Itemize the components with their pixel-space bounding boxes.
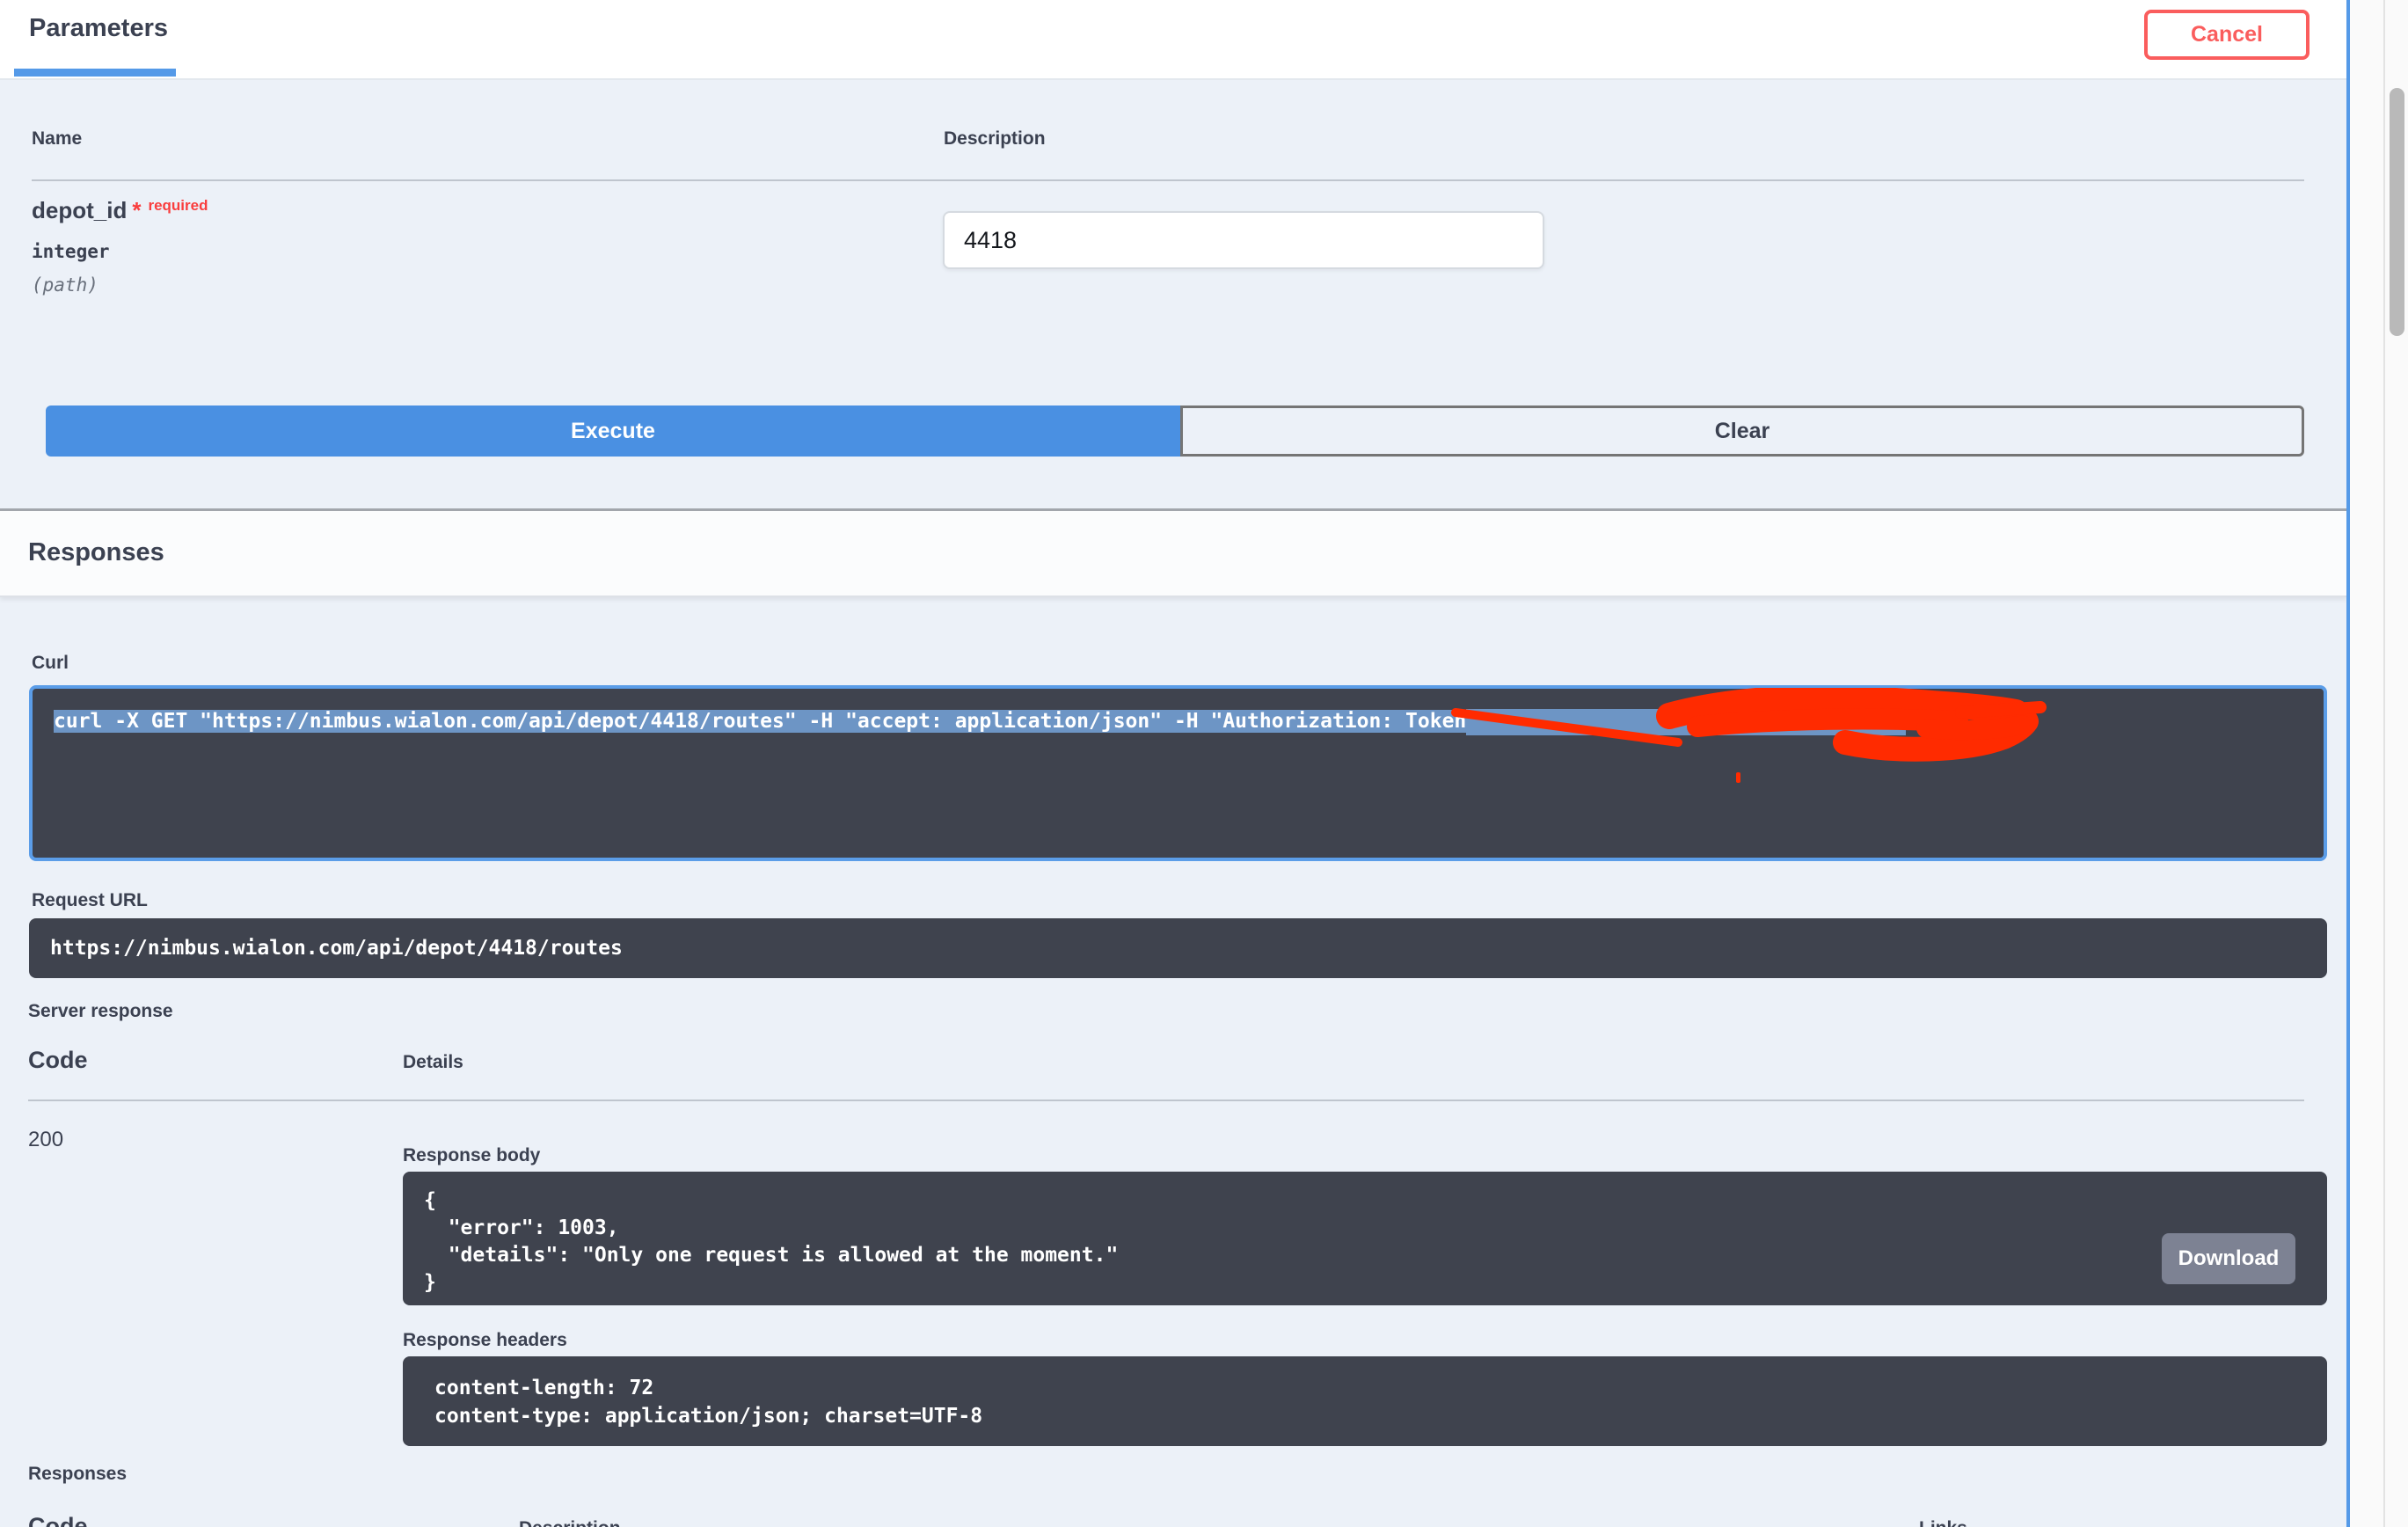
param-type: integer — [32, 241, 110, 262]
column-header-name: Name — [32, 128, 82, 150]
responses-table-title: Responses — [28, 1464, 127, 1485]
active-tab-underline — [14, 69, 176, 77]
details-column-header: Details — [403, 1052, 463, 1073]
curl-command-text: curl -X GET "https://nimbus.wialon.com/a… — [33, 689, 2324, 736]
responses-section-header — [0, 508, 2346, 597]
request-url-block: https://nimbus.wialon.com/api/depot/4418… — [29, 918, 2327, 978]
responses-table-code-header: Code — [28, 1513, 88, 1527]
download-button[interactable]: Download — [2162, 1233, 2295, 1284]
response-body-json: { "error": 1003, "details": "Only one re… — [403, 1172, 2327, 1297]
tab-parameters[interactable]: Parameters — [29, 14, 168, 43]
response-body-label: Response body — [403, 1145, 540, 1166]
param-location: (path) — [32, 274, 99, 296]
swagger-operation-panel: Parameters Cancel Name Description depot… — [0, 0, 2408, 1527]
server-response-divider — [28, 1100, 2304, 1101]
scrollbar-thumb[interactable] — [2390, 88, 2404, 336]
responses-table-links-header: Links — [1919, 1518, 1967, 1527]
curl-label: Curl — [32, 653, 69, 674]
parameters-section-header — [0, 0, 2346, 80]
code-column-header: Code — [28, 1047, 88, 1074]
status-code-200: 200 — [28, 1128, 63, 1152]
column-header-description: Description — [944, 128, 1046, 150]
required-asterisk: * — [132, 197, 141, 223]
request-url-text: https://nimbus.wialon.com/api/depot/4418… — [29, 935, 623, 962]
right-gutter — [2350, 0, 2383, 1527]
param-name-depot-id: depot_id* required — [32, 197, 208, 224]
curl-command-block[interactable]: curl -X GET "https://nimbus.wialon.com/a… — [29, 685, 2327, 861]
param-name-text: depot_id — [32, 197, 127, 223]
parameters-table-divider — [32, 179, 2304, 181]
responses-table-description-header: Description — [519, 1518, 621, 1527]
curl-selected-text: curl -X GET "https://nimbus.wialon.com/a… — [54, 710, 1466, 733]
execute-button[interactable]: Execute — [46, 405, 1180, 457]
depot-id-input[interactable] — [943, 211, 1544, 269]
response-headers-text: content-length: 72 content-type: applica… — [403, 1356, 2327, 1430]
server-response-label: Server response — [28, 1001, 173, 1022]
cancel-button[interactable]: Cancel — [2144, 10, 2309, 60]
required-label: required — [148, 197, 208, 214]
clear-button[interactable]: Clear — [1180, 405, 2304, 457]
request-url-label: Request URL — [32, 890, 148, 911]
responses-title: Responses — [28, 538, 164, 567]
redacted-token-area — [1466, 709, 1906, 735]
response-headers-block: content-length: 72 content-type: applica… — [403, 1356, 2327, 1446]
response-body-block: { "error": 1003, "details": "Only one re… — [403, 1172, 2327, 1305]
response-headers-label: Response headers — [403, 1330, 567, 1351]
